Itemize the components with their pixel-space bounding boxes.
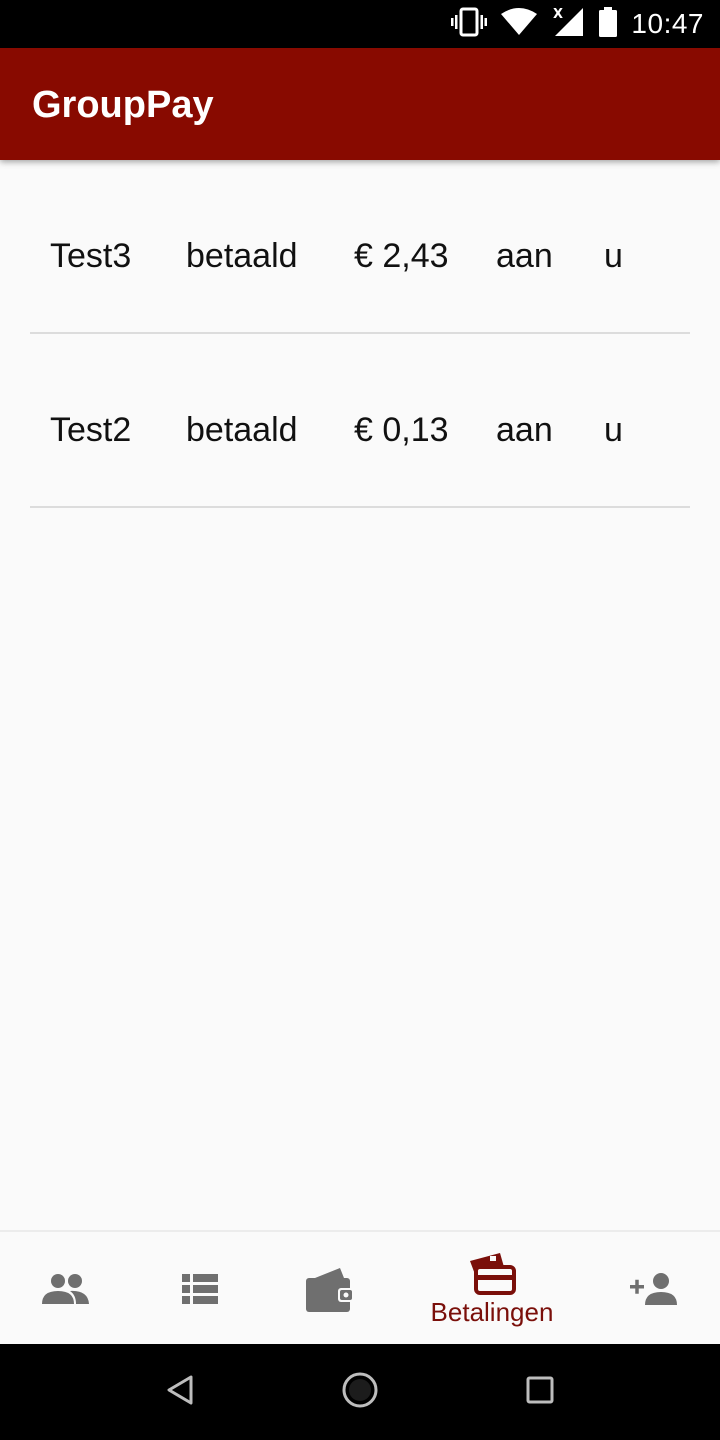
nav-item-payments[interactable]: Betalingen (410, 1232, 574, 1346)
svg-text:X: X (553, 7, 563, 22)
app-bar: GroupPay (0, 48, 720, 160)
payment-amount: € 0,13 (354, 411, 449, 449)
home-icon (341, 1371, 379, 1414)
group-icon (42, 1272, 90, 1306)
nav-item-wallet[interactable] (280, 1232, 380, 1346)
recents-button[interactable] (500, 1344, 580, 1440)
payment-recipient: u (604, 411, 623, 449)
payment-recipient: u (604, 237, 623, 275)
status-time: 10:47 (631, 8, 704, 39)
wallet-icon (306, 1266, 354, 1312)
recents-icon (526, 1376, 554, 1409)
list-item[interactable]: Test2 betaald € 0,13 aan u (30, 334, 690, 508)
add-person-icon (630, 1272, 678, 1306)
back-button[interactable] (140, 1344, 220, 1440)
payment-preposition: aan (496, 411, 553, 449)
battery-icon (599, 6, 618, 42)
list-icon (182, 1274, 218, 1304)
cell-signal-icon: X (551, 6, 585, 43)
payments-icon (466, 1251, 518, 1295)
payment-name: Test3 (50, 237, 132, 275)
wifi-icon (501, 7, 538, 41)
list-item[interactable]: Test3 betaald € 2,43 aan u (30, 160, 690, 334)
payment-name: Test2 (50, 411, 132, 449)
payment-amount: € 2,43 (354, 237, 449, 275)
nav-item-list[interactable] (150, 1232, 250, 1346)
system-navigation-bar (0, 1344, 720, 1440)
status-bar: X 10:47 (0, 0, 720, 48)
back-icon (165, 1374, 195, 1411)
vibrate-icon (451, 7, 488, 42)
payment-preposition: aan (496, 237, 553, 275)
home-button[interactable] (320, 1344, 400, 1440)
app-title: GroupPay (32, 84, 214, 126)
nav-item-add-person[interactable] (604, 1232, 704, 1346)
nav-label-payments: Betalingen (430, 1296, 554, 1327)
bottom-navigation: Betalingen (0, 1230, 720, 1344)
payment-status: betaald (186, 411, 298, 449)
nav-item-groups[interactable] (16, 1232, 116, 1346)
payment-list: Test3 betaald € 2,43 aan u Test2 betaald… (30, 160, 690, 508)
payment-status: betaald (186, 237, 298, 275)
